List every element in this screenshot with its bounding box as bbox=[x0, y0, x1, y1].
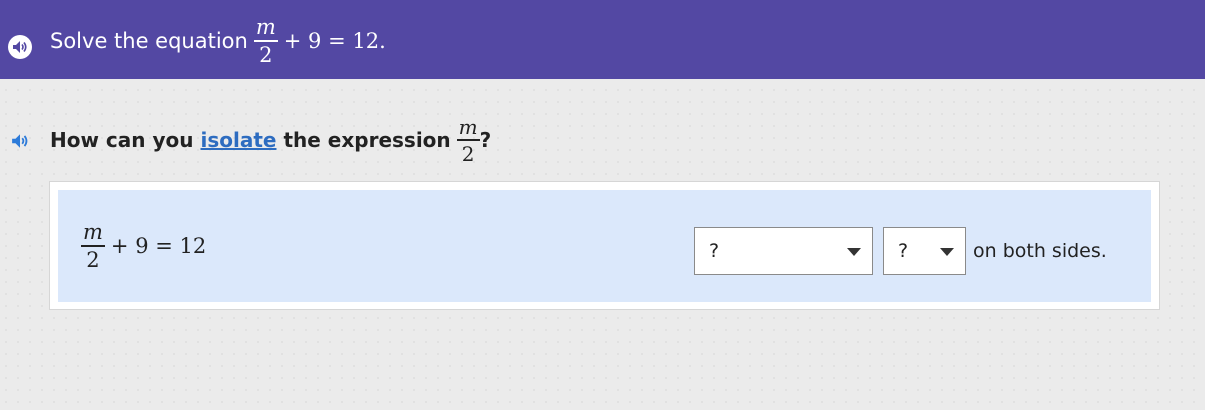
question-text: How can you isolate the expression m 2 ? bbox=[50, 110, 491, 170]
question-before: How can you bbox=[50, 128, 194, 152]
expression-fraction: m 2 bbox=[456, 114, 480, 166]
question-after: the expression bbox=[283, 128, 451, 152]
isolate-link[interactable]: isolate bbox=[201, 128, 277, 152]
fraction: m 2 bbox=[81, 219, 105, 272]
chevron-down-icon bbox=[847, 248, 861, 256]
fraction-denominator: 2 bbox=[86, 247, 100, 272]
equation-rest: + 9 = 12 bbox=[110, 234, 207, 258]
fraction: m 2 bbox=[253, 14, 278, 67]
problem-statement: Solve the equation m 2 + 9 = 12. bbox=[50, 16, 386, 65]
speaker-icon bbox=[12, 134, 28, 148]
prompt-text: Solve the equation bbox=[50, 29, 248, 53]
answer-card: m 2 + 9 = 12 ? ? on both sides. bbox=[49, 181, 1160, 310]
work-equation: m 2 + 9 = 12 bbox=[81, 216, 206, 276]
equation-rest: + 9 = 12. bbox=[283, 29, 386, 53]
fraction-numerator: m bbox=[458, 114, 478, 139]
chevron-down-icon bbox=[940, 248, 954, 256]
fraction-numerator: m bbox=[83, 219, 103, 244]
fraction-denominator: 2 bbox=[461, 141, 475, 166]
fraction-denominator: 2 bbox=[259, 42, 273, 67]
fraction-numerator: m bbox=[255, 14, 276, 39]
value-dropdown-value: ? bbox=[898, 240, 909, 262]
answer-panel: m 2 + 9 = 12 ? ? on both sides. bbox=[58, 190, 1151, 302]
operation-dropdown[interactable]: ? bbox=[694, 227, 873, 275]
header-bar: Solve the equation m 2 + 9 = 12. bbox=[0, 0, 1205, 79]
operation-dropdown-value: ? bbox=[709, 240, 720, 262]
question-read-aloud-button[interactable] bbox=[8, 129, 32, 153]
speaker-icon bbox=[13, 41, 27, 53]
both-sides-label: on both sides. bbox=[973, 240, 1107, 262]
value-dropdown[interactable]: ? bbox=[883, 227, 966, 275]
question-mark: ? bbox=[479, 128, 492, 152]
read-aloud-button[interactable] bbox=[8, 35, 32, 59]
